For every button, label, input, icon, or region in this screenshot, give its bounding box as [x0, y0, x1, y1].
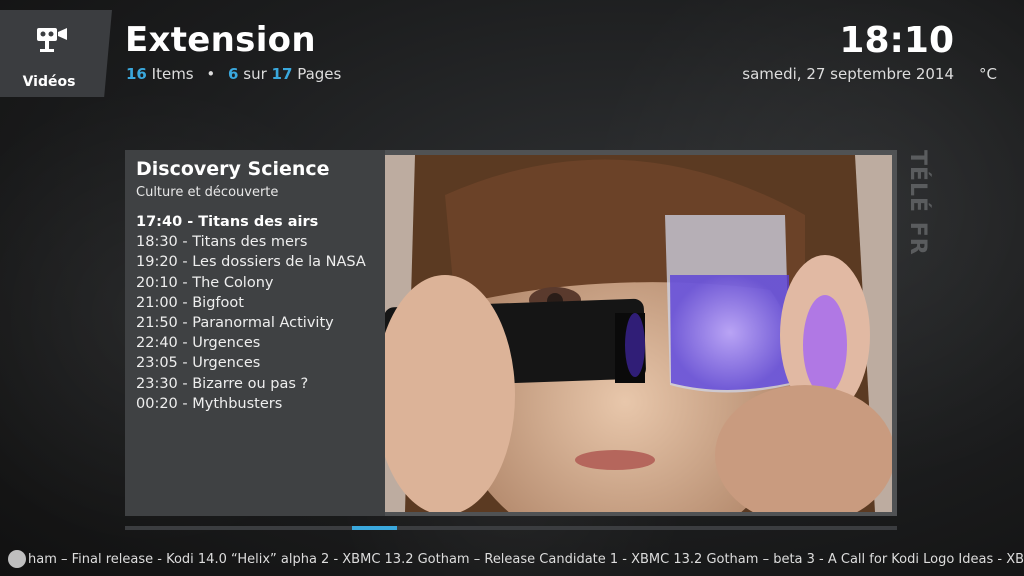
- schedule-item: 18:30 - Titans des mers: [136, 234, 308, 251]
- channel-thumbnail: [385, 155, 892, 512]
- channel-side-label: TÉLÉ FR: [905, 150, 930, 256]
- schedule-item: 17:40 - Titans des airs: [136, 214, 319, 230]
- weather-temperature: °C: [979, 65, 997, 83]
- schedule-item: 23:30 - Bizarre ou pas ?: [136, 375, 309, 392]
- section-tile-videos[interactable]: Vidéos: [0, 10, 112, 97]
- clock-date: samedi, 27 septembre 2014: [742, 65, 954, 83]
- clock-time: 18:10: [839, 20, 954, 61]
- channel-genre: Culture et découverte: [136, 185, 279, 200]
- channel-panel[interactable]: Discovery Science Culture et découverte …: [125, 150, 897, 516]
- list-scrollbar[interactable]: [125, 526, 897, 530]
- item-page-count: 16 Items • 6 sur 17 Pages: [126, 65, 341, 83]
- page-of-label: sur: [243, 65, 267, 83]
- items-count: 16: [126, 65, 147, 83]
- schedule-item: 00:20 - Mythbusters: [136, 395, 283, 412]
- video-camera-icon: [37, 28, 67, 52]
- rss-ticker[interactable]: ham – Final release - Kodi 14.0 “Helix” …: [28, 552, 1024, 567]
- items-label: Items: [151, 65, 194, 83]
- current-page: 6: [228, 65, 239, 83]
- schedule-item: 22:40 - Urgences: [136, 335, 261, 352]
- rss-feed-icon: [8, 550, 26, 568]
- pages-label: Pages: [297, 65, 342, 83]
- schedule-item: 21:50 - Paranormal Activity: [136, 314, 334, 331]
- program-schedule: 17:40 - Titans des airs 18:30 - Titans d…: [136, 212, 366, 414]
- scrollbar-thumb[interactable]: [351, 526, 397, 530]
- schedule-item: 23:05 - Urgences: [136, 355, 261, 372]
- schedule-item: 19:20 - Les dossiers de la NASA: [136, 254, 366, 271]
- total-pages: 17: [271, 65, 293, 83]
- channel-info: Discovery Science Culture et découverte …: [125, 150, 385, 516]
- separator-bullet: •: [206, 65, 216, 83]
- page-title: Extension: [125, 20, 316, 60]
- channel-name: Discovery Science: [136, 158, 330, 180]
- section-label: Vidéos: [22, 74, 76, 90]
- schedule-item: 20:10 - The Colony: [136, 274, 274, 291]
- schedule-item: 21:00 - Bigfoot: [136, 294, 244, 311]
